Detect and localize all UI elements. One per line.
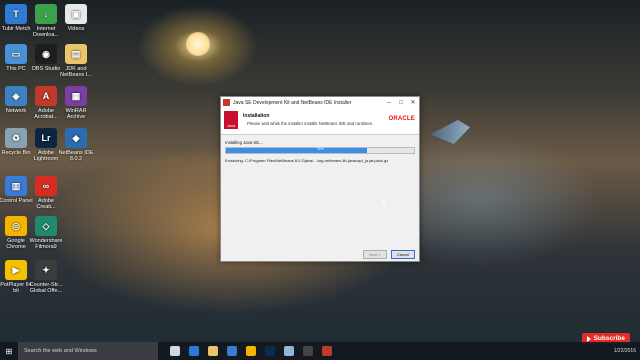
desktop-icon-label: Videos (67, 26, 85, 32)
play-icon (586, 335, 591, 342)
desktop-icon[interactable]: ▤ JDK and NetBeans I... (58, 44, 94, 78)
date-label[interactable]: 1/22/2016 (614, 348, 636, 354)
desktop-icon-label: Adobe Creati... (36, 198, 56, 210)
store-icon[interactable] (227, 346, 237, 356)
desktop-icon[interactable]: ✦ Counter-Str... Global Offe... (28, 260, 64, 294)
chrome-icon[interactable] (246, 346, 256, 356)
desktop-icon-label: WinRAR Archive (65, 108, 87, 120)
installer-subheading: Please wait while the installer installs… (247, 121, 374, 126)
obs-icon[interactable] (303, 346, 313, 356)
desktop-icon-label: NetBeans IDE 8.0.2 (58, 150, 94, 162)
maximize-button[interactable]: □ (395, 100, 407, 106)
photoshop-icon[interactable] (265, 346, 275, 356)
recycle-bin-icon: ♻ (5, 128, 27, 148)
taskbar-search-input[interactable]: Search the web and Windows (18, 342, 158, 360)
taskbar: ⊞ Search the web and Windows 1/22/2016 (0, 342, 640, 360)
this-pc-icon: ▭ (5, 44, 27, 64)
start-button[interactable]: ⊞ (0, 342, 18, 360)
extracting-path: Extracting: C:\Program Files\NetBeans 8.… (225, 158, 389, 163)
acrobat-icon: A (35, 86, 57, 106)
installer-titlebar[interactable]: Java SE Development Kit and NetBeans IDE… (221, 97, 419, 108)
installer-header: Java Installation Please wait while the … (221, 108, 419, 135)
wallpaper-sun (186, 32, 210, 56)
chrome-icon: ◎ (5, 216, 27, 236)
progress-bar: 75% (225, 147, 415, 154)
java-logo-icon: Java (224, 111, 238, 129)
creative-cloud-icon: ∞ (35, 176, 57, 196)
close-button[interactable]: ✕ (407, 99, 419, 106)
network-icon: ◈ (5, 86, 27, 106)
lightroom-icon: Lr (35, 128, 57, 148)
pinned-apps (170, 346, 332, 356)
notepad-icon[interactable] (284, 346, 294, 356)
wallpaper-spaceship (430, 120, 470, 144)
desktop-icon[interactable]: ∞ Adobe Creati... (28, 176, 64, 210)
desktop-icon-label: Counter-Str... Global Offe... (29, 282, 63, 294)
window-title: Java SE Development Kit and NetBeans IDE… (233, 99, 352, 106)
control-panel-icon: ▥ (5, 176, 27, 196)
desktop-icon-label: JDK and NetBeans I... (60, 66, 92, 78)
folder-icon: ▤ (65, 44, 87, 64)
internet-download-icon: ↓ (35, 4, 57, 24)
file-explorer-icon[interactable] (208, 346, 218, 356)
status-label: Installing Java SE... (225, 140, 263, 145)
installer-icon[interactable] (322, 346, 332, 356)
potplayer-icon: ▶ (5, 260, 27, 280)
desktop-icon-label: Wondershare Filmora9 (29, 238, 63, 250)
videos-folder-icon: ▣ (65, 4, 87, 24)
minimize-button[interactable]: – (383, 100, 395, 106)
next-button[interactable]: Next > (363, 250, 387, 259)
edge-icon[interactable] (189, 346, 199, 356)
netbeans-icon: ◆ (65, 128, 87, 148)
cancel-button[interactable]: Cancel (391, 250, 415, 259)
desktop-icon[interactable]: ◇ Wondershare Filmora9 (28, 216, 64, 250)
winrar-icon: ▦ (65, 86, 87, 106)
csgo-icon: ✦ (35, 260, 57, 280)
installer-buttons: Next > Cancel (363, 250, 415, 259)
progress-percent: 75% (316, 147, 324, 151)
obs-icon: ◉ (35, 44, 57, 64)
installer-heading: Installation (243, 113, 270, 119)
filmora-icon: ◇ (35, 216, 57, 236)
subscribe-label: Subscribe (593, 335, 625, 342)
installer-window[interactable]: Java SE Development Kit and NetBeans IDE… (220, 96, 420, 262)
task-view-icon[interactable] (170, 346, 180, 356)
mouse-cursor-icon: ➤ (381, 200, 387, 207)
app-icon: T (5, 4, 27, 24)
system-tray: 1/22/2016 (614, 342, 636, 360)
oracle-logo: ORACLE (388, 116, 415, 122)
java-app-icon (223, 99, 230, 106)
desktop-icon[interactable]: ▣ Videos (58, 4, 94, 32)
desktop-icon[interactable]: ▦ WinRAR Archive (58, 86, 94, 120)
installer-body: Installing Java SE... 75% Extracting: C:… (225, 137, 415, 247)
desktop-icon[interactable]: ◆ NetBeans IDE 8.0.2 (58, 128, 94, 162)
